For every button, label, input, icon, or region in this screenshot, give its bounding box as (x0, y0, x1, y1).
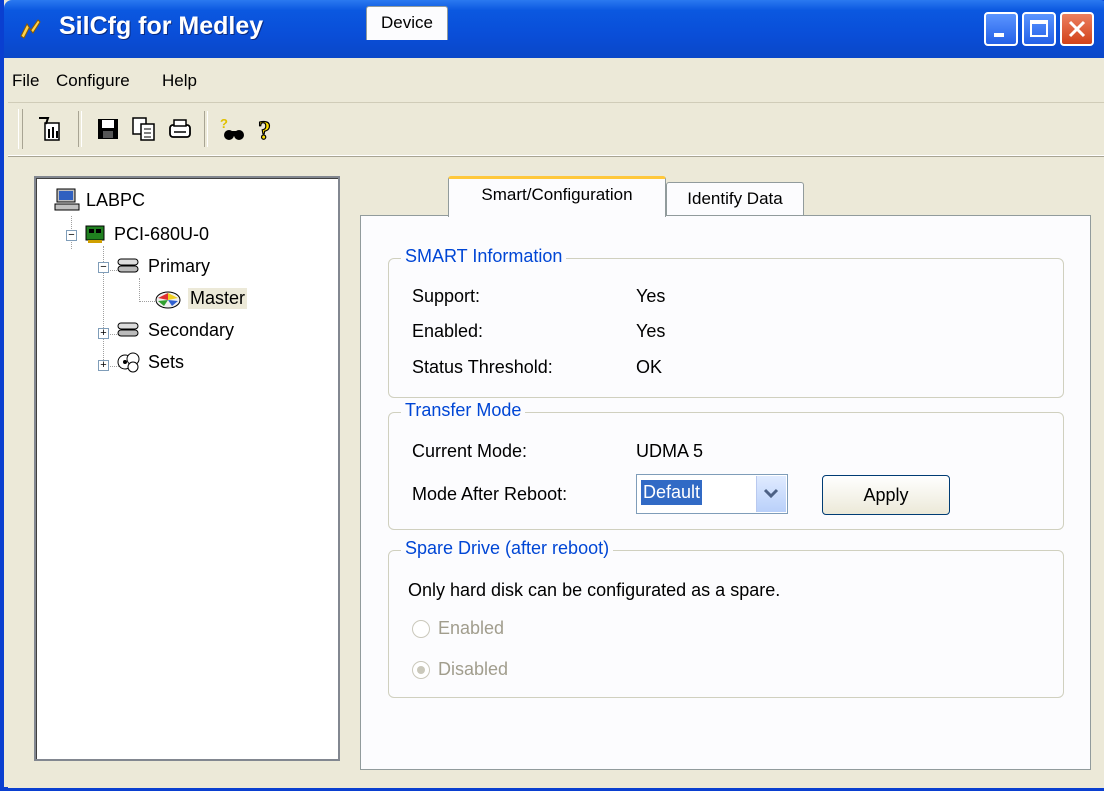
raid-set-icon (117, 352, 140, 373)
tab-identify-data[interactable]: Identify Data (666, 182, 804, 216)
app-icon (20, 19, 41, 39)
enabled-value: Yes (636, 321, 666, 341)
title-bar[interactable]: SilCfg for Medley (4, 0, 1104, 58)
group-title: Spare Drive (after reboot) (401, 538, 614, 559)
maximize-button[interactable] (1022, 12, 1056, 46)
minimize-icon (994, 33, 1004, 37)
drive-channel-icon (117, 322, 139, 337)
collapse-toggle-icon[interactable]: − (66, 230, 77, 241)
radio-dot (417, 666, 425, 674)
tree-line (139, 301, 155, 302)
spare-disabled-label: Disabled (438, 659, 509, 679)
close-icon (1068, 20, 1086, 38)
minimize-button[interactable] (984, 12, 1018, 46)
spare-enabled-radio[interactable] (412, 620, 430, 638)
svg-text:?: ? (258, 116, 271, 143)
computer-icon (54, 188, 80, 211)
device-tree[interactable]: LABPC − PCI-680U-0 − Primary Master + Se… (34, 176, 340, 761)
tree-label: Primary (148, 256, 210, 276)
tree-label: PCI-680U-0 (114, 224, 210, 244)
svg-text:?: ? (220, 116, 228, 131)
spare-enabled-label: Enabled (438, 618, 505, 638)
toolbar-grip[interactable] (18, 109, 23, 149)
mode-after-reboot-label: Mode After Reboot: (412, 484, 568, 504)
tree-label: Master (188, 288, 248, 309)
toolbar-separator (204, 111, 208, 147)
toolbar: ? ? (8, 103, 1104, 156)
status-threshold-value: OK (636, 357, 663, 377)
menu-bar: File Configure Help (8, 58, 1104, 103)
hard-disk-icon (155, 291, 181, 309)
print-icon[interactable] (166, 115, 194, 143)
tree-label: Secondary (148, 320, 235, 340)
group-title: SMART Information (401, 246, 567, 267)
drive-channel-icon (117, 258, 139, 273)
close-button[interactable] (1060, 12, 1094, 46)
current-mode-value: UDMA 5 (636, 441, 704, 461)
collapse-toggle-icon[interactable]: − (98, 262, 109, 273)
window-title: SilCfg for Medley (59, 12, 264, 40)
save-icon[interactable] (94, 115, 122, 143)
main-window: SilCfg for Medley File Configure Help ? … (0, 0, 1104, 791)
tab-device[interactable]: Device (366, 6, 448, 40)
dropdown-button[interactable] (756, 476, 786, 512)
chevron-down-icon (763, 488, 779, 499)
maximize-icon (1030, 20, 1048, 37)
current-mode-label: Current Mode: (412, 441, 528, 461)
menu-file[interactable]: File (12, 71, 39, 91)
enabled-label: Enabled: (412, 321, 484, 341)
spare-note: Only hard disk can be configurated as a … (408, 580, 781, 600)
copy-icon[interactable] (130, 115, 158, 143)
status-threshold-label: Status Threshold: (412, 357, 553, 377)
tree-label: Sets (148, 352, 185, 372)
expand-toggle-icon[interactable]: + (98, 360, 109, 371)
group-title: Transfer Mode (401, 400, 526, 421)
menu-configure[interactable]: Configure (56, 71, 130, 91)
selected-mode-text: Default (639, 479, 704, 506)
find-help-icon[interactable]: ? (218, 115, 246, 143)
menu-help[interactable]: Help (162, 71, 197, 91)
tree-line (139, 278, 140, 302)
connect-icon[interactable] (36, 115, 64, 143)
mode-after-reboot-select[interactable]: Default (636, 474, 788, 514)
tree-label: LABPC (86, 190, 146, 210)
support-label: Support: (412, 286, 481, 306)
apply-button[interactable]: Apply (822, 475, 950, 515)
expand-toggle-icon[interactable]: + (98, 328, 109, 339)
spare-disabled-radio[interactable] (412, 661, 430, 679)
support-value: Yes (636, 286, 666, 306)
help-icon[interactable]: ? (252, 115, 280, 143)
toolbar-separator (78, 111, 82, 147)
pci-card-icon (85, 225, 105, 243)
tab-smart-configuration[interactable]: Smart/Configuration (448, 176, 666, 217)
